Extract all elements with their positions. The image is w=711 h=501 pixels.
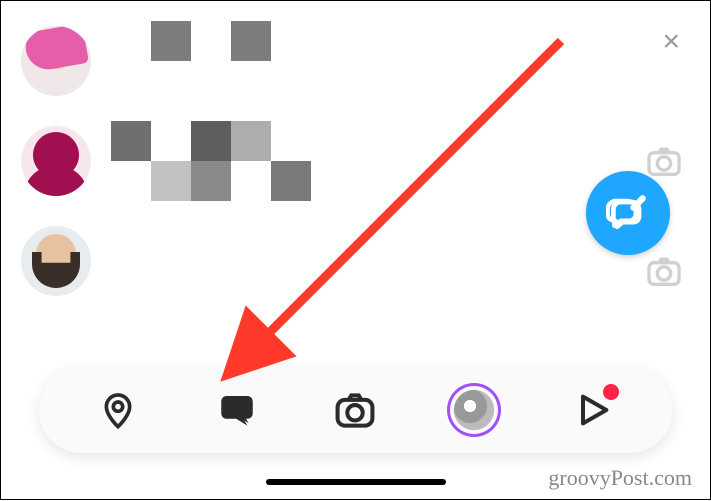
camera-icon xyxy=(333,388,377,432)
camera-icon[interactable] xyxy=(644,141,684,181)
chat-icon xyxy=(216,389,258,431)
redacted-name xyxy=(111,21,351,101)
watermark: groovyPost.com xyxy=(548,465,692,491)
avatar[interactable] xyxy=(21,226,91,296)
compose-icon xyxy=(606,191,650,235)
camera-icon[interactable] xyxy=(644,251,684,291)
tab-map[interactable] xyxy=(94,386,142,434)
tab-spotlight[interactable] xyxy=(569,386,617,434)
bottom-tab-bar xyxy=(39,367,672,453)
close-button[interactable]: × xyxy=(662,27,680,57)
avatar[interactable] xyxy=(21,126,91,196)
avatar[interactable] xyxy=(21,26,91,96)
chat-list xyxy=(1,1,710,311)
stories-icon xyxy=(450,386,498,434)
redacted-name xyxy=(111,221,351,301)
compose-button[interactable] xyxy=(586,171,670,255)
tab-chat[interactable] xyxy=(213,386,261,434)
map-pin-icon xyxy=(98,390,138,430)
home-indicator xyxy=(266,479,446,485)
chat-row[interactable] xyxy=(1,11,710,111)
tab-camera[interactable] xyxy=(331,386,379,434)
tab-stories[interactable] xyxy=(450,386,498,434)
redacted-name xyxy=(111,121,351,201)
notification-dot xyxy=(603,384,619,400)
